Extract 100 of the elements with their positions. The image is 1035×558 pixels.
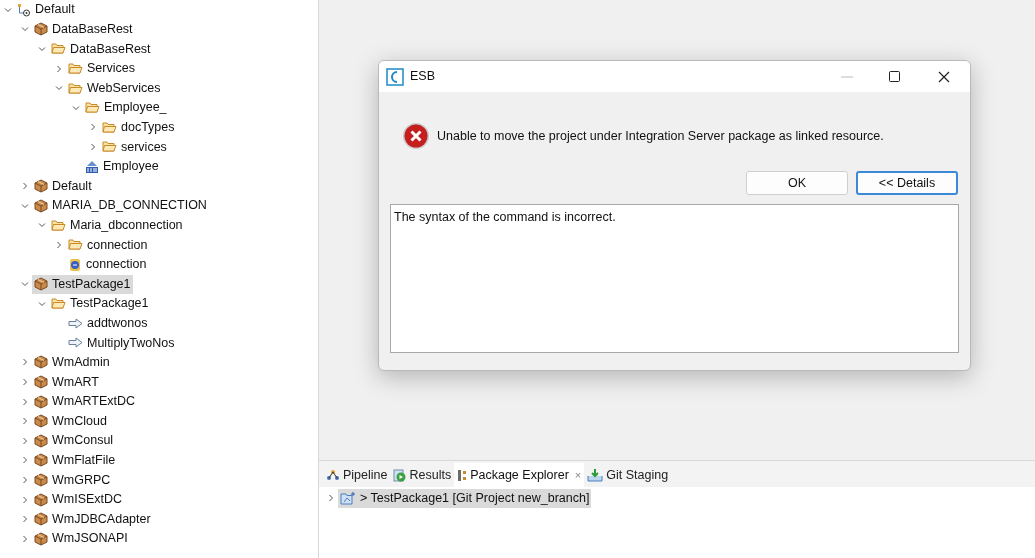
chevron-right-icon[interactable] — [21, 417, 29, 426]
tree-item[interactable]: TestPackage1 — [49, 294, 151, 314]
tree-item-label: WmJSONAPI — [52, 530, 128, 548]
tree-item[interactable]: WmFlatFile — [32, 450, 118, 470]
tree-item[interactable]: Default — [32, 176, 94, 196]
tree-item[interactable]: DataBaseRest — [49, 39, 153, 59]
package-icon — [34, 492, 48, 507]
chevron-down-icon[interactable] — [21, 280, 29, 289]
tree-item-label: MultiplyTwoNos — [87, 334, 175, 352]
folder-icon — [51, 218, 66, 232]
package-icon — [34, 473, 48, 488]
error-icon — [402, 122, 430, 150]
adapter-icon — [68, 257, 82, 272]
git-project-icon — [340, 491, 356, 505]
tree-item[interactable]: services — [100, 137, 169, 157]
chevron-right-icon[interactable] — [55, 64, 63, 73]
tree-item[interactable]: WmCloud — [32, 411, 109, 431]
tree-item[interactable]: Maria_dbconnection — [49, 215, 185, 235]
chevron-right-icon[interactable] — [21, 182, 29, 191]
tree-item[interactable]: WebServices — [66, 78, 163, 98]
tree-item[interactable]: WmJDBCAdapter — [32, 509, 153, 529]
chevron-right-icon[interactable] — [21, 397, 29, 406]
package-icon — [34, 512, 48, 527]
chevron-right-icon[interactable] — [21, 436, 29, 445]
package-icon — [34, 277, 48, 292]
dialog-button[interactable]: OK — [746, 171, 848, 195]
details-text-area[interactable]: The syntax of the command is incorrect. — [390, 204, 959, 353]
chevron-right-icon[interactable] — [89, 142, 97, 151]
tree-item[interactable]: Employee_ — [83, 98, 169, 118]
tree-item[interactable]: connection — [66, 235, 150, 255]
tree-item[interactable]: MARIA_DB_CONNECTION — [32, 196, 209, 216]
tree-item-label: connection — [86, 256, 147, 274]
minimize-icon[interactable] — [841, 75, 853, 78]
chevron-down-icon[interactable] — [4, 5, 12, 14]
package-icon — [34, 414, 48, 429]
package-icon — [34, 453, 48, 468]
tree-item-label: services — [121, 138, 167, 156]
panel-tab[interactable]: Package Explorer × — [454, 463, 585, 487]
tree-item[interactable]: addtwonos — [66, 313, 150, 333]
tree-item[interactable]: MultiplyTwoNos — [66, 333, 177, 353]
pipeline-icon — [326, 469, 340, 481]
tree-item[interactable]: DataBaseRest — [32, 19, 135, 39]
tree-item-label: docTypes — [121, 119, 175, 136]
chevron-down-icon[interactable] — [38, 221, 46, 230]
tree-item[interactable]: WmConsul — [32, 431, 116, 451]
tree-item-label: WmAdmin — [52, 354, 110, 372]
dialog-title: ESB — [410, 68, 435, 86]
chevron-right-icon[interactable] — [21, 358, 29, 367]
folder-icon — [68, 62, 83, 76]
tree-item[interactable]: WmGRPC — [32, 470, 113, 490]
panel-tab[interactable]: Pipeline — [323, 463, 391, 487]
tree-item[interactable]: WmARTExtDC — [32, 392, 138, 412]
chevron-down-icon[interactable] — [55, 84, 63, 93]
tree-item[interactable]: connection — [66, 255, 149, 274]
chevron-down-icon[interactable] — [38, 299, 46, 308]
tree-item[interactable]: Services — [66, 59, 137, 79]
folder-icon — [51, 297, 66, 311]
tree-item-label: WmISExtDC — [52, 491, 123, 509]
chevron-right-icon[interactable] — [21, 495, 29, 504]
chevron-down-icon[interactable] — [72, 103, 80, 112]
package-icon — [34, 179, 48, 194]
folder-icon — [51, 42, 66, 56]
git-staging-icon — [587, 468, 604, 482]
chevron-right-icon[interactable] — [21, 476, 29, 485]
maximize-icon[interactable] — [889, 71, 900, 82]
folder-icon — [102, 140, 117, 154]
tree-item[interactable]: docTypes — [100, 117, 177, 137]
dialog-button[interactable]: << Details — [856, 171, 958, 195]
chevron-right-icon[interactable] — [21, 378, 29, 387]
app-logo-icon — [386, 67, 404, 86]
tree-item[interactable]: TestPackage1 — [32, 274, 133, 294]
tree-item-label: Services — [87, 60, 135, 78]
tree-item[interactable]: WmART — [32, 372, 101, 392]
package-icon — [34, 531, 48, 546]
close-icon[interactable] — [938, 70, 950, 83]
package-icon — [34, 433, 48, 448]
chevron-right-icon[interactable] — [21, 456, 29, 465]
tree-item[interactable]: WmJSONAPI — [32, 529, 130, 549]
chevron-down-icon[interactable] — [38, 45, 46, 53]
tree-item[interactable]: Default — [15, 0, 77, 20]
chevron-right-icon[interactable] — [327, 494, 335, 502]
chevron-down-icon[interactable] — [21, 201, 29, 210]
tree-item-label: DataBaseRest — [70, 40, 151, 58]
close-tab-icon[interactable]: × — [574, 466, 582, 484]
panel-tab[interactable]: Results — [390, 463, 455, 487]
chevron-right-icon[interactable] — [55, 240, 63, 249]
tree-item-label: WmART — [52, 373, 99, 391]
panel-tab[interactable]: Git Staging — [584, 463, 672, 487]
tree-item-label: WmJDBCAdapter — [52, 510, 151, 528]
tree-item[interactable]: > TestPackage1 [Git Project new_branch] — [338, 488, 592, 508]
tree-item[interactable]: WmAdmin — [32, 353, 112, 372]
tree-item[interactable]: Employee — [83, 157, 161, 177]
chevron-right-icon[interactable] — [21, 515, 29, 524]
chevron-right-icon[interactable] — [89, 123, 97, 132]
chevron-right-icon[interactable] — [21, 534, 29, 543]
tree-item-label: MARIA_DB_CONNECTION — [52, 197, 207, 215]
chevron-down-icon[interactable] — [21, 25, 29, 34]
tree-item-label: connection — [87, 236, 148, 254]
tree-item[interactable]: WmISExtDC — [32, 490, 125, 510]
tree-item-label: addtwonos — [87, 314, 148, 332]
